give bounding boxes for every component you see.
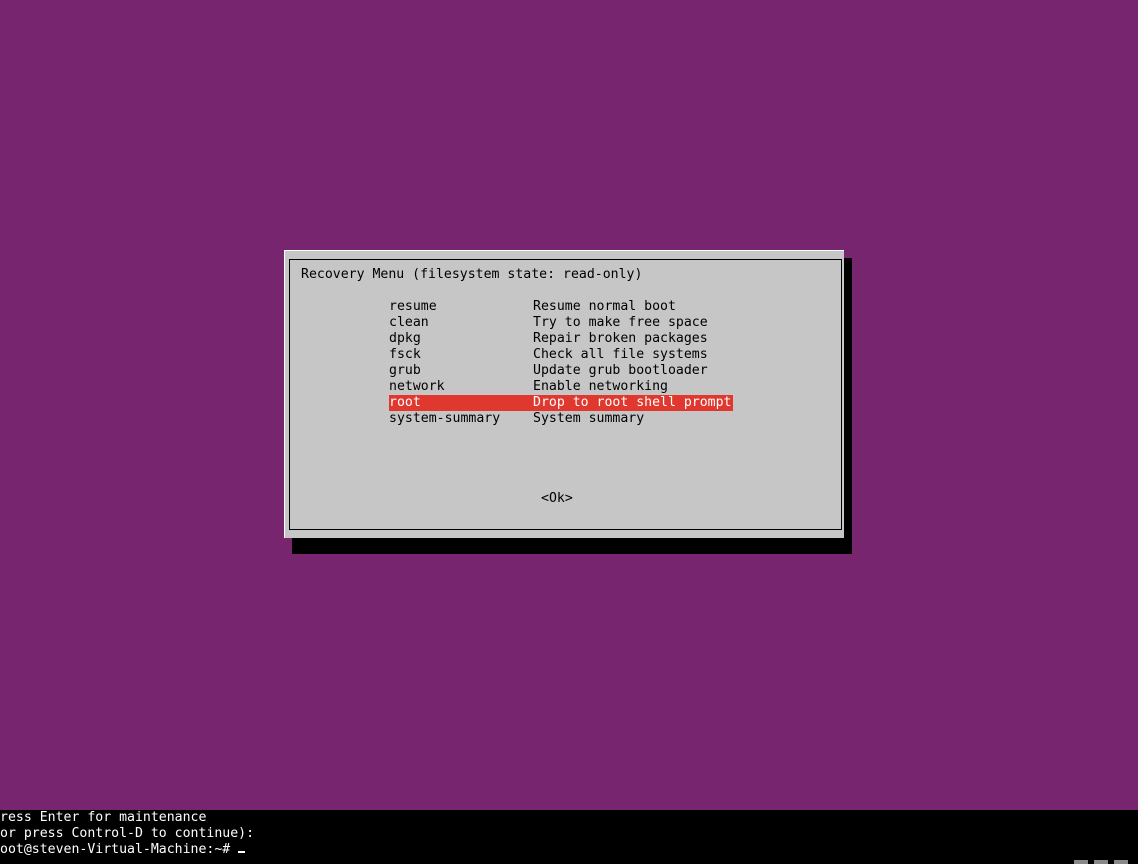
menu-item-key: network (389, 379, 445, 394)
recovery-menu-dialog: Recovery Menu (filesystem state: read-on… (284, 250, 844, 538)
text-cursor (238, 851, 246, 853)
menu-item-grub[interactable]: grub Update grub bootloader (389, 363, 733, 379)
menu-item-dpkg[interactable]: dpkg Repair broken packages (389, 331, 733, 347)
menu-item-key: clean (389, 315, 429, 330)
menu-item-key: root (389, 395, 421, 410)
menu-item-key: system-summary (389, 411, 501, 426)
recovery-screen: { "dialog": { "title": "Recovery Menu (f… (0, 0, 1138, 864)
tray-indicator-icon (1094, 860, 1108, 864)
menu-item-resume[interactable]: resume Resume normal boot (389, 299, 733, 315)
status-tray (1074, 860, 1128, 864)
menu-item-desc: System summary (533, 411, 645, 426)
tray-indicator-icon (1074, 860, 1088, 864)
shell-prompt: oot@steven-Virtual-Machine:~# (0, 842, 239, 857)
menu-item-fsck[interactable]: fsck Check all file systems (389, 347, 733, 363)
menu-item-desc: Check all file systems (533, 347, 708, 362)
menu-item-network[interactable]: network Enable networking (389, 379, 733, 395)
console-output: ress Enter for maintenance or press Cont… (0, 810, 1138, 864)
menu-item-key: dpkg (389, 331, 421, 346)
menu-item-key: resume (389, 299, 437, 314)
menu-item-system-summary[interactable]: system-summary System summary (389, 411, 733, 427)
menu-item-desc: Resume normal boot (533, 299, 676, 314)
menu-item-key: fsck (389, 347, 421, 362)
menu-item-root[interactable]: root Drop to root shell prompt (389, 395, 733, 411)
ok-button[interactable]: <Ok> (541, 491, 573, 507)
tray-indicator-icon (1114, 860, 1128, 864)
console-line-2: or press Control-D to continue): (0, 826, 255, 841)
dialog-title: Recovery Menu (filesystem state: read-on… (301, 267, 643, 282)
menu-item-desc: Drop to root shell prompt (533, 395, 732, 410)
menu-item-clean[interactable]: clean Try to make free space (389, 315, 733, 331)
menu-item-desc: Enable networking (533, 379, 668, 394)
recovery-menu-list: resume Resume normal boot clean Try to m… (389, 299, 733, 427)
menu-item-key: grub (389, 363, 421, 378)
menu-item-desc: Repair broken packages (533, 331, 708, 346)
console-prompt-line[interactable]: oot@steven-Virtual-Machine:~# (0, 842, 246, 858)
menu-item-desc: Try to make free space (533, 315, 708, 330)
menu-item-desc: Update grub bootloader (533, 363, 708, 378)
console-line-1: ress Enter for maintenance (0, 810, 207, 825)
